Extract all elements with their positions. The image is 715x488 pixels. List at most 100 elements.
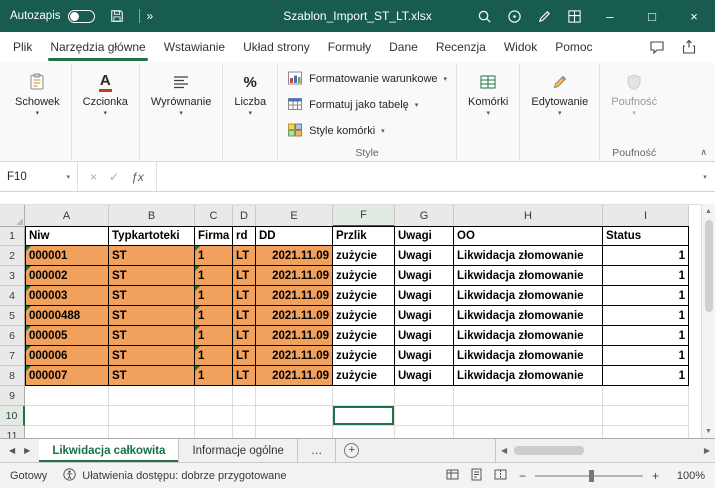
cell-C7[interactable]: 1 xyxy=(195,346,233,366)
format-as-table-button[interactable]: Formatuj jako tabelę ▾ xyxy=(281,92,424,118)
cell-B6[interactable]: ST xyxy=(109,326,195,346)
cell-F5[interactable]: zużycie xyxy=(333,306,395,326)
sheet-nav-left-icon[interactable]: ◀ xyxy=(9,446,15,455)
cell-G3[interactable]: Uwagi xyxy=(395,266,454,286)
cell-G8[interactable]: Uwagi xyxy=(395,366,454,386)
minimize-button[interactable]: – xyxy=(589,0,631,32)
cell-A9[interactable] xyxy=(25,386,109,406)
cell-C5[interactable]: 1 xyxy=(195,306,233,326)
cell-B5[interactable]: ST xyxy=(109,306,195,326)
cell-G4[interactable]: Uwagi xyxy=(395,286,454,306)
cell-D3[interactable]: LT xyxy=(233,266,256,286)
cell-D5[interactable]: LT xyxy=(233,306,256,326)
cell-D9[interactable] xyxy=(233,386,256,406)
cell-C9[interactable] xyxy=(195,386,233,406)
cell-D2[interactable]: LT xyxy=(233,246,256,266)
column-header-H[interactable]: H xyxy=(454,205,603,227)
vertical-scrollbar[interactable]: ▲ ▼ xyxy=(701,204,715,438)
cell-F8[interactable]: zużycie xyxy=(333,366,395,386)
column-header-D[interactable]: D xyxy=(233,205,256,227)
cell-I3[interactable]: 1 xyxy=(603,266,689,286)
cell-G6[interactable]: Uwagi xyxy=(395,326,454,346)
cell-B8[interactable]: ST xyxy=(109,366,195,386)
column-header-C[interactable]: C xyxy=(195,205,233,227)
zoom-slider-thumb[interactable] xyxy=(588,469,594,482)
cell-H11[interactable] xyxy=(454,426,603,438)
cell-styles-button[interactable]: Style komórki ▾ xyxy=(281,118,391,144)
cell-I10[interactable] xyxy=(603,406,689,426)
sheet-tab-informacje-ogolne[interactable]: Informacje ogólne xyxy=(179,439,298,462)
cell-G1[interactable]: Uwagi xyxy=(395,226,454,246)
cell-F11[interactable] xyxy=(333,426,395,438)
ribbon-tab-formuly[interactable]: Formuły xyxy=(319,34,380,62)
row-header-2[interactable]: 2 xyxy=(0,246,25,266)
cell-I9[interactable] xyxy=(603,386,689,406)
cell-G11[interactable] xyxy=(395,426,454,438)
cell-H6[interactable]: Likwidacja złomowanie xyxy=(454,326,603,346)
sheet-nav-right-icon[interactable]: ▶ xyxy=(24,446,30,455)
cell-H4[interactable]: Likwidacja złomowanie xyxy=(454,286,603,306)
row-header-1[interactable]: 1 xyxy=(0,226,25,246)
ribbon-tab-wstawianie[interactable]: Wstawianie xyxy=(155,34,234,62)
cell-E8[interactable]: 2021.11.09 xyxy=(256,366,333,386)
row-header-7[interactable]: 7 xyxy=(0,346,25,366)
cell-G7[interactable]: Uwagi xyxy=(395,346,454,366)
cell-E9[interactable] xyxy=(256,386,333,406)
cell-I11[interactable] xyxy=(603,426,689,438)
editing-button[interactable]: Edytowanie ▾ xyxy=(523,64,596,117)
comments-icon[interactable] xyxy=(649,39,665,58)
add-sheet-button[interactable]: + xyxy=(344,443,360,458)
badge-icon[interactable] xyxy=(499,0,529,32)
cell-B2[interactable]: ST xyxy=(109,246,195,266)
cell-D7[interactable]: LT xyxy=(233,346,256,366)
cell-A5[interactable]: 00000488 xyxy=(25,306,109,326)
ribbon-tab-dane[interactable]: Dane xyxy=(380,34,427,62)
save-icon[interactable] xyxy=(102,9,132,23)
cell-H7[interactable]: Likwidacja złomowanie xyxy=(454,346,603,366)
maximize-button[interactable]: □ xyxy=(631,0,673,32)
zoom-percentage[interactable]: 100% xyxy=(671,470,705,482)
cell-G9[interactable] xyxy=(395,386,454,406)
share-icon[interactable] xyxy=(681,39,697,58)
cell-H9[interactable] xyxy=(454,386,603,406)
row-header-4[interactable]: 4 xyxy=(0,286,25,306)
sensitivity-button[interactable]: Poufność ▾ xyxy=(603,64,665,117)
page-layout-view-icon[interactable] xyxy=(470,468,483,484)
zoom-in-button[interactable]: + xyxy=(652,469,659,483)
enter-icon[interactable]: ✓ xyxy=(109,170,119,184)
display-settings-icon[interactable] xyxy=(559,0,589,32)
ribbon-tab-recenzja[interactable]: Recenzja xyxy=(427,34,495,62)
cancel-icon[interactable]: × xyxy=(90,170,97,184)
collapse-ribbon-icon[interactable]: ∧ xyxy=(700,147,707,158)
cell-H10[interactable] xyxy=(454,406,603,426)
more-commands-icon[interactable]: » xyxy=(147,9,154,23)
cell-A2[interactable]: 000001 xyxy=(25,246,109,266)
normal-view-icon[interactable] xyxy=(446,468,459,484)
column-header-G[interactable]: G xyxy=(395,205,454,227)
ribbon-tab-pomoc[interactable]: Pomoc xyxy=(546,34,601,62)
cell-C2[interactable]: 1 xyxy=(195,246,233,266)
cell-I5[interactable]: 1 xyxy=(603,306,689,326)
zoom-out-button[interactable]: − xyxy=(519,469,526,483)
font-button[interactable]: A Czcionka ▾ xyxy=(75,64,136,117)
horizontal-scrollbar[interactable]: ◀ ▶ xyxy=(495,439,715,462)
cell-C1[interactable]: Firma xyxy=(195,226,233,246)
cell-F9[interactable] xyxy=(333,386,395,406)
cell-E1[interactable]: DD xyxy=(256,226,333,246)
cell-H3[interactable]: Likwidacja złomowanie xyxy=(454,266,603,286)
cell-E7[interactable]: 2021.11.09 xyxy=(256,346,333,366)
cell-E2[interactable]: 2021.11.09 xyxy=(256,246,333,266)
cell-E3[interactable]: 2021.11.09 xyxy=(256,266,333,286)
scroll-down-icon[interactable]: ▼ xyxy=(705,424,712,438)
cell-C10[interactable] xyxy=(195,406,233,426)
cell-G2[interactable]: Uwagi xyxy=(395,246,454,266)
number-button[interactable]: % Liczba ▾ xyxy=(226,64,274,118)
cell-D6[interactable]: LT xyxy=(233,326,256,346)
ribbon-tab-plik[interactable]: Plik xyxy=(4,34,41,62)
insert-function-icon[interactable]: ƒx xyxy=(131,170,144,184)
column-header-B[interactable]: B xyxy=(109,205,195,227)
page-break-preview-icon[interactable] xyxy=(494,468,507,484)
cell-I2[interactable]: 1 xyxy=(603,246,689,266)
cell-A3[interactable]: 000002 xyxy=(25,266,109,286)
cells-button[interactable]: Komórki ▾ xyxy=(460,64,516,117)
